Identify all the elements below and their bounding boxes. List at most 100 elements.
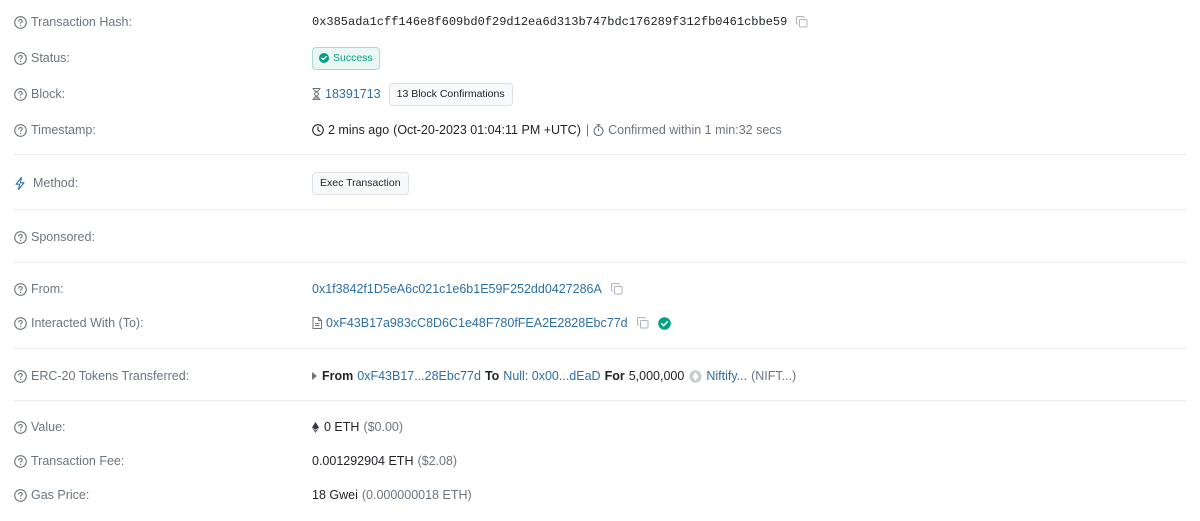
erc20-label: ERC-20 Tokens Transferred: (31, 369, 190, 383)
erc20-to-word: To (484, 369, 500, 383)
help-circle-icon[interactable] (14, 282, 27, 296)
erc20-amount: 5,000,000 (628, 369, 685, 383)
value-value-group: 0 ETH ($0.00) (312, 416, 403, 438)
transaction-fee-amount: 0.001292904 ETH (312, 454, 414, 468)
block-number-link[interactable]: 18391713 (325, 87, 381, 101)
erc20-value-group: From 0xF43B17...28Ebc77d To Null: 0x00..… (312, 365, 796, 387)
gas-price-label: Gas Price: (31, 488, 90, 502)
help-circle-icon[interactable] (14, 420, 27, 434)
value-amount: 0 ETH (324, 420, 360, 434)
help-circle-icon[interactable] (14, 87, 27, 101)
erc20-token-symbol: (NIFT...) (751, 369, 797, 383)
timestamp-value-group: 2 mins ago (Oct-20-2023 01:04:11 PM +UTC… (312, 119, 782, 141)
gas-price-row: Gas Price: 18 Gwei (0.000000018 ETH) (14, 484, 1186, 506)
value-usd: ($0.00) (363, 420, 404, 434)
ethereum-icon (312, 421, 319, 433)
method-label: Method: (33, 176, 79, 190)
erc20-from-word: From (322, 369, 354, 383)
erc20-label-group: ERC-20 Tokens Transferred: (14, 365, 189, 387)
transaction-hash-label: Transaction Hash: (31, 15, 132, 29)
block-value-group: 18391713 13 Block Confirmations (312, 82, 513, 106)
from-label: From: (31, 282, 64, 296)
transaction-hash-label-group: Transaction Hash: (14, 11, 132, 33)
timestamp-label-group: Timestamp: (14, 119, 96, 141)
sponsored-row: Sponsored: (14, 226, 1186, 248)
method-row: Method: Exec Transaction (14, 171, 1186, 195)
block-row: Block: 18391713 13 Block Confirmations (14, 82, 1186, 106)
transaction-hash-value: 0x385ada1cff146e8f609bd0f29d12ea6d313b74… (312, 15, 788, 29)
status-badge-text: Success (333, 52, 373, 64)
contract-file-icon (312, 317, 322, 329)
status-label-group: Status: (14, 47, 70, 69)
timestamp-label: Timestamp: (31, 123, 96, 137)
gas-price-label-group: Gas Price: (14, 484, 89, 506)
status-value-group: Success (312, 46, 380, 70)
block-label-group: Block: (14, 83, 65, 105)
help-circle-icon[interactable] (14, 488, 27, 502)
help-circle-icon[interactable] (14, 454, 27, 468)
transaction-fee-usd: ($2.08) (417, 454, 458, 468)
value-row: Value: 0 ETH ($0.00) (14, 416, 1186, 438)
stopwatch-icon (593, 124, 604, 136)
interacted-with-label: Interacted With (To): (31, 316, 144, 330)
sponsored-label: Sponsored: (31, 230, 95, 244)
help-circle-icon[interactable] (14, 369, 27, 383)
transaction-fee-value-group: 0.001292904 ETH ($2.08) (312, 450, 457, 472)
timestamp-row: Timestamp: 2 mins ago (Oct-20-2023 01:04… (14, 119, 1186, 141)
status-row: Status: Success (14, 46, 1186, 70)
help-circle-icon[interactable] (14, 316, 27, 330)
method-value-group: Exec Transaction (312, 171, 409, 195)
transaction-fee-label: Transaction Fee: (31, 454, 125, 468)
erc20-token-name-link[interactable]: Niftify... (706, 369, 747, 383)
token-logo-icon (689, 369, 703, 383)
sponsored-label-group: Sponsored: (14, 226, 95, 248)
hourglass-icon (312, 88, 321, 100)
transaction-hash-row: Transaction Hash: 0x385ada1cff146e8f609b… (14, 11, 1186, 33)
section-divider (14, 209, 1186, 210)
timestamp-datetime: (Oct-20-2023 01:04:11 PM +UTC) (393, 123, 581, 137)
interacted-with-value-group: 0xF43B17a983cC8D6C1e48F780fFEA2E2828Ebc7… (312, 312, 671, 334)
value-label: Value: (31, 420, 66, 434)
gas-price-amount: 18 Gwei (312, 488, 358, 502)
copy-icon[interactable] (610, 283, 623, 295)
help-circle-icon[interactable] (14, 230, 27, 244)
method-badge: Exec Transaction (312, 171, 409, 195)
verified-check-icon (657, 316, 671, 330)
lightning-icon (14, 176, 27, 190)
block-label: Block: (31, 87, 66, 101)
erc20-to-address-link[interactable]: Null: 0x00...dEaD (503, 369, 600, 383)
erc20-for-word: For (604, 369, 625, 383)
value-label-group: Value: (14, 416, 66, 438)
section-divider (14, 154, 1186, 155)
help-circle-icon[interactable] (14, 15, 27, 29)
timestamp-divider: | (585, 123, 590, 137)
timestamp-confirmed: Confirmed within 1 min:32 secs (608, 123, 782, 137)
section-divider (14, 400, 1186, 401)
copy-icon[interactable] (636, 317, 649, 329)
from-label-group: From: (14, 278, 64, 300)
block-confirmations-badge: 13 Block Confirmations (388, 82, 513, 106)
gas-price-value-group: 18 Gwei (0.000000018 ETH) (312, 484, 472, 506)
interacted-with-address-link[interactable]: 0xF43B17a983cC8D6C1e48F780fFEA2E2828Ebc7… (326, 316, 628, 330)
help-circle-icon[interactable] (14, 123, 27, 137)
transaction-fee-row: Transaction Fee: 0.001292904 ETH ($2.08) (14, 450, 1186, 472)
method-label-group: Method: (14, 172, 78, 194)
from-value-group: 0x1f3842f1D5eA6c021c1e6b1E59F252dd042728… (312, 278, 623, 300)
status-label: Status: (31, 51, 70, 65)
erc20-from-address-link[interactable]: 0xF43B17...28Ebc77d (357, 369, 481, 383)
caret-right-icon[interactable] (312, 372, 317, 380)
transaction-hash-value-group: 0x385ada1cff146e8f609bd0f29d12ea6d313b74… (312, 11, 808, 33)
transaction-fee-label-group: Transaction Fee: (14, 450, 124, 472)
status-badge: Success (312, 46, 380, 70)
help-circle-icon[interactable] (14, 51, 27, 65)
copy-icon[interactable] (796, 16, 808, 28)
gas-price-eth: (0.000000018 ETH) (361, 488, 472, 502)
section-divider (14, 348, 1186, 349)
clock-icon (312, 124, 324, 136)
erc20-row: ERC-20 Tokens Transferred: From 0xF43B17… (14, 365, 1186, 387)
interacted-with-label-group: Interacted With (To): (14, 312, 144, 334)
from-address-link[interactable]: 0x1f3842f1D5eA6c021c1e6b1E59F252dd042728… (312, 282, 602, 296)
from-row: From: 0x1f3842f1D5eA6c021c1e6b1E59F252dd… (14, 278, 1186, 300)
interacted-with-row: Interacted With (To): 0xF43B17a983cC8D6C… (14, 312, 1186, 334)
timestamp-ago: 2 mins ago (328, 123, 390, 137)
